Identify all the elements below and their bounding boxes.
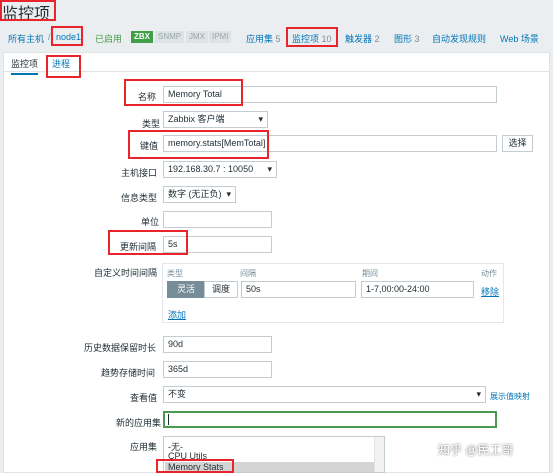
nav-triggers[interactable]: 触发器 2 [345, 32, 380, 45]
jmx-availability-badge: JMX [186, 31, 208, 43]
watermark: 知乎 @民工哥 [438, 443, 514, 457]
nav-items[interactable]: 监控项 10 [292, 32, 332, 45]
applications-label: 应用集 [130, 442, 158, 452]
history-input[interactable]: 90d [163, 336, 272, 353]
nav-graphs-count: 3 [414, 34, 420, 44]
name-label: 名称 [138, 92, 157, 102]
units-input[interactable] [163, 211, 272, 228]
snmp-availability-badge: SNMP [155, 31, 185, 43]
application-option-memory-stats[interactable]: Memory Stats [165, 462, 374, 472]
host-interface-select[interactable]: 192.168.30.7 : 10050 [163, 161, 277, 178]
remove-interval-link[interactable]: 移除 [481, 285, 499, 298]
show-value-mappings-link[interactable]: 展示值映射 [490, 391, 530, 402]
host-interface-label: 主机接口 [121, 168, 158, 178]
units-label: 单位 [141, 217, 160, 227]
nav-graphs[interactable]: 图形 3 [394, 32, 420, 45]
custom-interval-input[interactable]: 50s [241, 281, 356, 298]
custom-col-action: 动作 [481, 269, 497, 278]
nav-triggers-label: 触发器 [345, 34, 373, 44]
nav-items-label: 监控项 [292, 34, 320, 44]
history-label: 历史数据保留时长 [84, 343, 157, 353]
nav-applications[interactable]: 应用集 5 [246, 32, 281, 45]
nav-discovery-rules[interactable]: 自动发现规则 [432, 32, 486, 45]
new-application-label: 新的应用集 [116, 418, 162, 428]
flexible-toggle[interactable]: 灵活 [167, 281, 205, 298]
applications-scrollbar[interactable] [374, 437, 384, 472]
trends-label: 趋势存储时间 [101, 368, 156, 378]
trends-input[interactable]: 365d [163, 361, 272, 378]
type-select[interactable]: Zabbix 客户端 [163, 111, 268, 128]
custom-col-period: 期间 [362, 269, 378, 278]
tab-item[interactable]: 监控项 [11, 57, 39, 75]
nav-web-scenarios[interactable]: Web 场景 [500, 32, 539, 45]
application-option-cpu-utils[interactable]: CPU Utils [168, 451, 207, 461]
new-application-input[interactable] [163, 411, 497, 428]
text-cursor [168, 414, 169, 425]
zbx-availability-badge: ZBX [131, 31, 153, 43]
breadcrumb-host[interactable]: node1 [56, 32, 81, 42]
breadcrumb-all-hosts[interactable]: 所有主机 [8, 32, 44, 45]
add-interval-link[interactable]: 添加 [168, 308, 186, 321]
ipmi-availability-badge: IPMI [209, 31, 232, 43]
scheduling-toggle[interactable]: 调度 [204, 281, 238, 298]
info-type-select[interactable]: 数字 (无正负) [163, 186, 236, 203]
breadcrumb-separator: / [48, 32, 51, 42]
page-title: 监控项 [2, 4, 51, 23]
key-select-button[interactable]: 选择 [502, 135, 533, 152]
tab-preprocessing[interactable]: 进程 [52, 57, 70, 70]
nav-triggers-count: 2 [374, 34, 380, 44]
value-map-select[interactable]: 不变 [163, 386, 486, 403]
custom-col-interval: 间隔 [240, 269, 256, 278]
host-status-enabled[interactable]: 已启用 [95, 32, 122, 45]
applications-listbox[interactable]: -无- CPU Utils Memory Stats [163, 436, 385, 473]
name-input[interactable]: Memory Total [163, 86, 497, 103]
custom-col-type: 类型 [167, 269, 183, 278]
key-input[interactable]: memory.stats[MemTotal] [163, 135, 497, 152]
custom-period-input[interactable]: 1-7,00:00-24:00 [361, 281, 474, 298]
nav-applications-count: 5 [275, 34, 281, 44]
nav-items-count: 10 [321, 34, 332, 44]
nav-graphs-label: 图形 [394, 34, 413, 44]
custom-intervals-label: 自定义时间间隔 [94, 268, 158, 278]
update-interval-input[interactable]: 5s [163, 236, 272, 253]
update-interval-label: 更新间隔 [120, 242, 157, 252]
type-label: 类型 [142, 119, 161, 129]
value-map-label: 查看值 [130, 393, 158, 403]
key-label: 键值 [140, 141, 159, 151]
nav-applications-label: 应用集 [246, 34, 274, 44]
host-navigation: 所有主机 / node1 已启用 ZBX SNMP JMX IPMI 应用集 5… [0, 26, 553, 48]
form-tabs: 监控项 进程 [3, 52, 550, 75]
info-type-label: 信息类型 [121, 193, 158, 203]
